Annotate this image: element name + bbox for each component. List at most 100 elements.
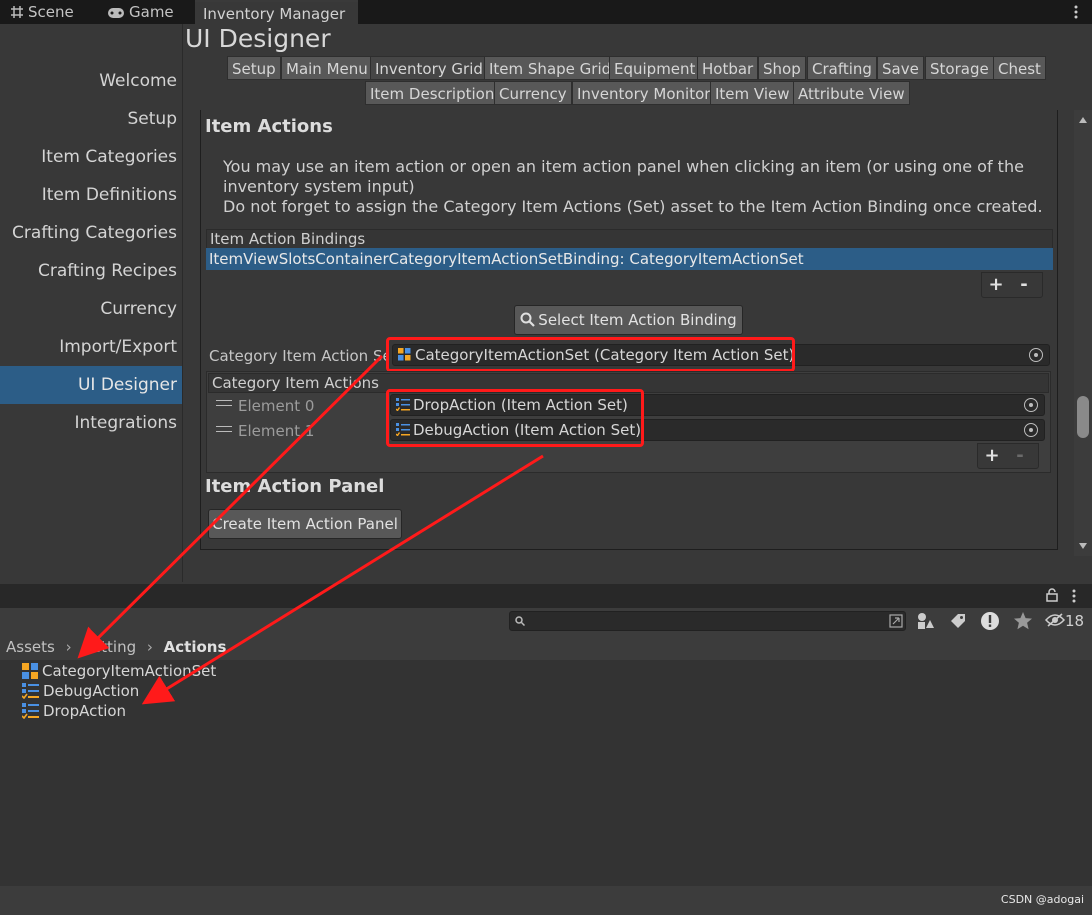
object-picker-icon[interactable]	[1024, 398, 1038, 412]
sidebar-item-welcome[interactable]: Welcome	[0, 62, 182, 100]
menu-inventory-monitor[interactable]: Inventory Monitor	[572, 81, 716, 105]
drag-handle-icon[interactable]	[216, 426, 232, 432]
highlight-elements	[386, 389, 644, 447]
menu-save[interactable]: Save	[877, 56, 924, 80]
element-1-label: Element 1	[238, 422, 315, 440]
asset-name: DebugAction	[43, 682, 140, 700]
breadcrumb-actions[interactable]: Actions	[164, 638, 227, 656]
content-scrollbar[interactable]	[1074, 110, 1092, 556]
description-line-3: Do not forget to assign the Category Ite…	[223, 197, 1043, 216]
tab-game[interactable]: Game	[107, 0, 174, 24]
menu-crafting[interactable]: Crafting	[807, 56, 877, 80]
menu-chest[interactable]: Chest	[993, 56, 1046, 80]
list-item[interactable]: DebugAction	[21, 682, 140, 700]
sidebar-item-crafting-recipes[interactable]: Crafting Recipes	[0, 252, 182, 290]
menu-inventory-grid[interactable]: Inventory Grid	[370, 56, 488, 80]
description-line-2: inventory system input)	[223, 177, 415, 196]
action-set-icon	[21, 703, 39, 720]
sidebar-item-item-definitions[interactable]: Item Definitions	[0, 176, 182, 214]
bindings-add-button[interactable]: +	[982, 273, 1010, 297]
eye-slash-icon	[1044, 613, 1066, 627]
item-actions-heading: Item Actions	[205, 116, 333, 137]
object-picker-icon[interactable]	[1029, 348, 1043, 362]
sidebar: Welcome Setup Item Categories Item Defin…	[0, 24, 183, 582]
filter-by-label-icon[interactable]	[949, 612, 967, 630]
grid-icon	[11, 6, 23, 18]
actions-remove-button[interactable]: -	[1006, 444, 1034, 468]
menu-item-description[interactable]: Item Description	[365, 81, 500, 105]
menu-attribute-view[interactable]: Attribute View	[793, 81, 910, 105]
menu-equipment[interactable]: Equipment	[609, 56, 701, 80]
tab-scene[interactable]: Scene	[10, 0, 74, 24]
asset-name: CategoryItemActionSet	[42, 662, 217, 680]
tab-menu-icon[interactable]	[1068, 4, 1084, 20]
asset-name: DropAction	[43, 702, 127, 720]
actions-add-remove: + -	[977, 443, 1039, 469]
menu-setup[interactable]: Setup	[227, 56, 281, 80]
breadcrumb: Assets › Setting › Actions	[0, 634, 1092, 660]
object-picker-icon[interactable]	[1024, 423, 1038, 437]
sidebar-item-item-categories[interactable]: Item Categories	[0, 138, 182, 176]
description-line-1: You may use an item action or open an it…	[223, 157, 1024, 176]
hidden-packages-toggle[interactable]: 18	[1044, 611, 1085, 631]
menu-shop[interactable]: Shop	[758, 56, 806, 80]
watermark: CSDN @adogai	[1000, 893, 1084, 906]
highlight-category-set	[386, 337, 795, 372]
element-0-label: Element 0	[238, 397, 315, 415]
select-item-action-binding-button[interactable]: Select Item Action Binding	[514, 305, 743, 335]
breadcrumb-setting[interactable]: Setting	[82, 638, 136, 656]
page-title: UI Designer	[185, 24, 331, 53]
scroll-thumb[interactable]	[1077, 396, 1089, 438]
scroll-up-icon[interactable]	[1078, 116, 1088, 124]
category-item-action-set-label: Category Item Action Set	[209, 347, 387, 365]
search-input[interactable]	[509, 611, 906, 631]
filter-by-type-icon[interactable]	[917, 612, 935, 630]
sidebar-item-setup[interactable]: Setup	[0, 100, 182, 138]
binding-list-item[interactable]: ItemViewSlotsContainerCategoryItemAction…	[206, 248, 1053, 270]
action-set-icon	[21, 683, 39, 700]
menu-storage[interactable]: Storage	[925, 56, 994, 80]
project-window-toolbar	[0, 584, 1092, 608]
menu-item-view[interactable]: Item View	[710, 81, 795, 105]
select-binding-label: Select Item Action Binding	[538, 311, 737, 329]
asset-list: CategoryItemActionSet DebugAction DropAc…	[0, 660, 1092, 886]
search-icon	[515, 616, 525, 626]
chevron-right-icon: ›	[65, 638, 72, 656]
warning-filter-icon[interactable]	[980, 611, 1000, 631]
sidebar-item-import-export[interactable]: Import/Export	[0, 328, 182, 366]
menu-hotbar[interactable]: Hotbar	[697, 56, 759, 80]
create-item-action-panel-button[interactable]: Create Item Action Panel	[208, 509, 402, 539]
status-bar	[0, 886, 1092, 915]
sidebar-item-ui-designer[interactable]: UI Designer	[0, 366, 182, 404]
tab-game-label: Game	[129, 3, 174, 21]
menu-item-shape-grid[interactable]: Item Shape Grid	[484, 56, 617, 80]
breadcrumb-assets[interactable]: Assets	[6, 638, 55, 656]
scroll-down-icon[interactable]	[1078, 542, 1088, 550]
lock-icon[interactable]	[1046, 588, 1058, 602]
gamepad-icon	[108, 8, 124, 18]
tab-scene-label: Scene	[28, 3, 74, 21]
more-options-icon[interactable]	[1068, 588, 1080, 604]
sidebar-item-integrations[interactable]: Integrations	[0, 404, 182, 442]
item-action-panel-heading: Item Action Panel	[205, 476, 385, 497]
menu-main-menu[interactable]: Main Menu	[281, 56, 373, 80]
bindings-add-remove: + -	[981, 272, 1043, 298]
bindings-remove-button[interactable]: -	[1010, 273, 1038, 297]
list-item[interactable]: DropAction	[21, 702, 127, 720]
menu-currency[interactable]: Currency	[494, 81, 572, 105]
drag-handle-icon[interactable]	[216, 400, 232, 406]
search-by-type-icon[interactable]	[889, 614, 903, 628]
sidebar-item-currency[interactable]: Currency	[0, 290, 182, 328]
tab-inventory-manager-label: Inventory Manager	[203, 5, 346, 23]
bindings-list-header: Item Action Bindings	[206, 229, 1053, 249]
editor-tab-bar: Scene Game Inventory Manager	[0, 0, 1092, 24]
favorite-star-icon[interactable]	[1013, 611, 1033, 631]
category-set-icon	[22, 663, 38, 679]
chevron-right-icon: ›	[146, 638, 153, 656]
search-icon	[520, 312, 536, 327]
hidden-count: 18	[1065, 612, 1085, 630]
list-item[interactable]: CategoryItemActionSet	[22, 662, 216, 680]
actions-add-button[interactable]: +	[978, 444, 1006, 468]
sidebar-item-crafting-categories[interactable]: Crafting Categories	[0, 214, 182, 252]
tab-inventory-manager[interactable]: Inventory Manager	[195, 0, 358, 24]
